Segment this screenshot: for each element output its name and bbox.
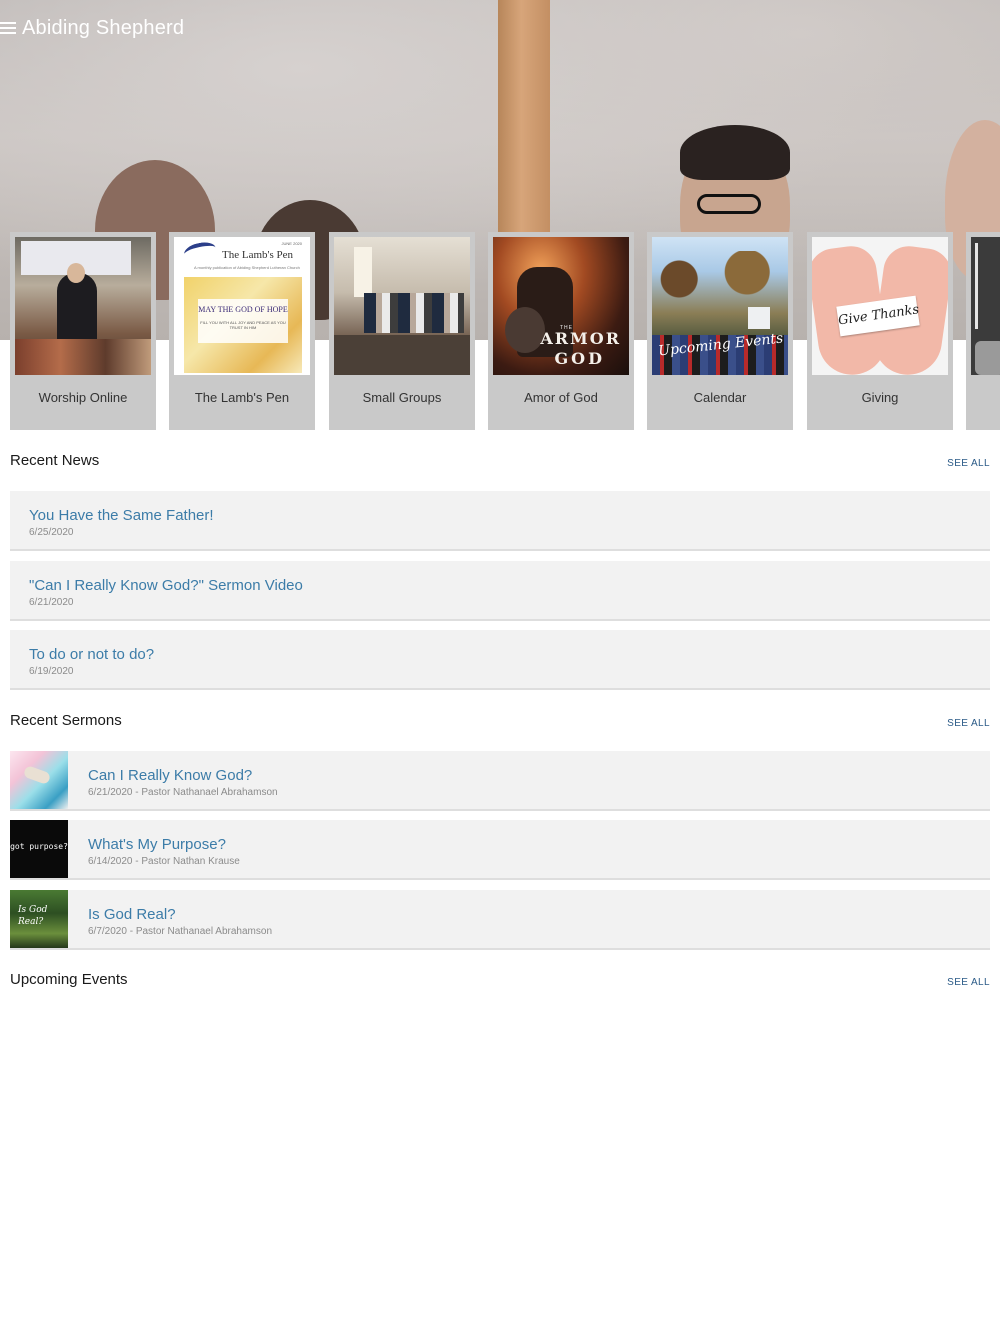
sermon-meta: 6/14/2020 - Pastor Nathan Krause <box>88 856 240 867</box>
news-item[interactable]: You Have the Same Father! 6/25/2020 <box>10 491 990 551</box>
newsletter-cover-icon: JUNE 2020 The Lamb's Pen A monthly publi… <box>174 237 310 375</box>
news-title: "Can I Really Know God?" Sermon Video <box>29 577 303 594</box>
partial-tile-image-icon <box>971 237 1000 375</box>
tile-label: Giving <box>861 390 899 405</box>
sermon-title: Can I Really Know God? <box>88 767 253 784</box>
tile-worship-online[interactable]: Worship Online <box>10 232 156 430</box>
tile-small-groups[interactable]: Small Groups <box>329 232 475 430</box>
tile-lambs-pen[interactable]: JUNE 2020 The Lamb's Pen A monthly publi… <box>169 232 315 430</box>
tile-armor-of-god[interactable]: THE ARMOR GOD Amor of God <box>488 232 634 430</box>
news-title: To do or not to do? <box>29 646 155 663</box>
hamburger-menu-icon[interactable] <box>0 22 16 34</box>
art-text: ARMOR <box>540 329 621 348</box>
sermon-item[interactable]: Can I Really Know God? 6/21/2020 - Pasto… <box>10 751 990 811</box>
sermon-artwork-icon: Is God Real? <box>10 890 68 948</box>
tile-partial[interactable] <box>966 232 1000 430</box>
art-text: GOD <box>554 349 605 368</box>
sermon-artwork-icon <box>10 751 68 809</box>
news-item[interactable]: To do or not to do? 6/19/2020 <box>10 630 990 690</box>
recent-news-see-all-link[interactable]: SEE ALL <box>947 458 990 469</box>
sermon-artwork-icon: got purpose? <box>10 820 68 878</box>
recent-news-heading: Recent News <box>10 452 100 469</box>
news-title: You Have the Same Father! <box>29 507 214 524</box>
worship-photo-icon <box>15 237 151 375</box>
dove-icon <box>182 239 218 263</box>
small-groups-photo-icon <box>334 237 470 375</box>
hero-glasses <box>697 194 761 214</box>
cover-title: The Lamb's Pen <box>222 249 294 261</box>
sermon-meta: 6/21/2020 - Pastor Nathanael Abrahamson <box>88 787 278 798</box>
feature-tiles: Worship Online JUNE 2020 The Lamb's Pen … <box>10 232 1000 432</box>
sermon-meta: 6/7/2020 - Pastor Nathanael Abrahamson <box>88 926 273 937</box>
tile-label: The Lamb's Pen <box>194 390 290 405</box>
news-date: 6/19/2020 <box>29 666 74 677</box>
top-bar: Abiding Shepherd <box>0 12 184 44</box>
app-title: Abiding Shepherd <box>22 16 185 39</box>
tile-label: Small Groups <box>362 390 442 405</box>
calendar-photo-icon: Upcoming Events <box>652 237 788 375</box>
cover-verse: FILL YOU WITH ALL JOY AND PEACE AS YOU T… <box>200 320 286 330</box>
sermon-artwork-text: got purpose? <box>10 842 68 851</box>
giving-hands-photo-icon: Give Thanks <box>812 237 948 375</box>
sermon-title: What's My Purpose? <box>88 836 226 853</box>
tile-calendar[interactable]: Upcoming Events Calendar <box>647 232 793 430</box>
cover-heading: MAY THE GOD OF HOPE <box>198 305 288 314</box>
upcoming-events-heading: Upcoming Events <box>10 971 128 988</box>
tile-label: Worship Online <box>38 390 128 405</box>
tile-giving[interactable]: Give Thanks Giving <box>807 232 953 430</box>
news-date: 6/21/2020 <box>29 597 74 608</box>
sermon-item[interactable]: got purpose? What's My Purpose? 6/14/202… <box>10 820 990 880</box>
news-date: 6/25/2020 <box>29 527 74 538</box>
cover-date: JUNE 2020 <box>281 241 302 246</box>
cover-subtitle: A monthly publication of Abiding Shepher… <box>194 265 300 270</box>
upcoming-events-see-all-link[interactable]: SEE ALL <box>947 977 990 988</box>
news-item[interactable]: "Can I Really Know God?" Sermon Video 6/… <box>10 561 990 621</box>
armor-of-god-art-icon: THE ARMOR GOD <box>493 237 629 375</box>
sermon-artwork-text: Is God Real? <box>18 905 48 927</box>
tile-label: Amor of God <box>524 390 598 405</box>
sermon-item[interactable]: Is God Real? Is God Real? 6/7/2020 - Pas… <box>10 890 990 950</box>
tile-label: Calendar <box>693 390 747 405</box>
recent-sermons-see-all-link[interactable]: SEE ALL <box>947 718 990 729</box>
hero-person-hair <box>680 125 790 180</box>
sermon-title: Is God Real? <box>88 906 176 923</box>
recent-sermons-heading: Recent Sermons <box>10 712 122 729</box>
